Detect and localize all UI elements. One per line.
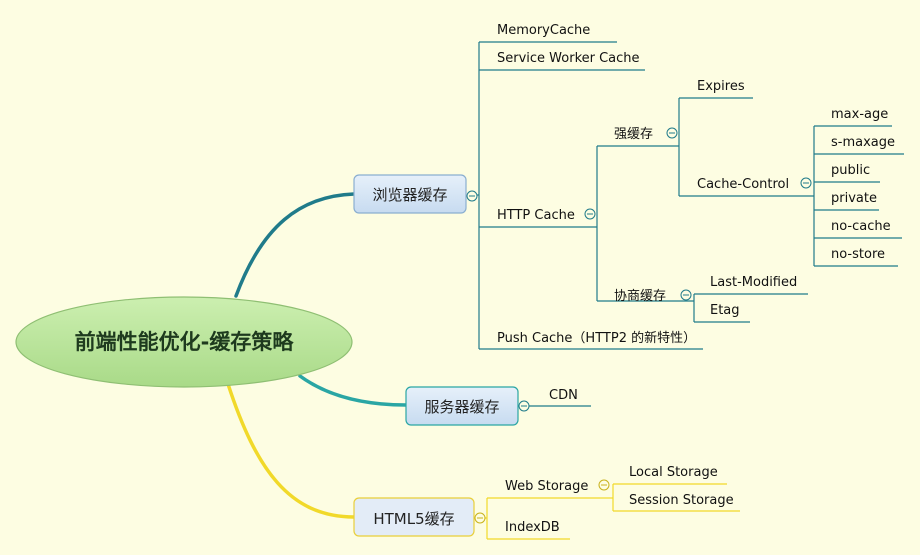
collapse-icon[interactable] xyxy=(800,177,812,189)
cache-control-label[interactable]: Cache-Control xyxy=(697,177,789,192)
collapse-icon[interactable] xyxy=(680,289,692,301)
negotiated-cache-label[interactable]: 协商缓存 xyxy=(614,289,666,304)
collapse-icon[interactable] xyxy=(584,208,596,220)
etag-label[interactable]: Etag xyxy=(710,303,740,318)
http-cache-label[interactable]: HTTP Cache xyxy=(497,208,575,223)
root-title: 前端性能优化-缓存策略 xyxy=(75,330,295,354)
cache-control-value[interactable]: s-maxage xyxy=(831,135,895,150)
last-modified-label[interactable]: Last-Modified xyxy=(710,275,797,290)
collapse-icon[interactable] xyxy=(466,190,478,202)
html5-cache-label: HTML5缓存 xyxy=(373,510,454,528)
web-storage-label[interactable]: Web Storage xyxy=(505,479,588,494)
browser-cache-node[interactable]: 浏览器缓存 xyxy=(353,174,467,214)
cache-control-value[interactable]: no-store xyxy=(831,247,885,262)
local-storage-label[interactable]: Local Storage xyxy=(629,465,718,480)
cdn-label[interactable]: CDN xyxy=(549,388,578,403)
mind-map: 前端性能优化-缓存策略 浏览器缓存 服务器缓存 HTML5缓存 MemoryCa… xyxy=(0,0,920,555)
server-cache-node[interactable]: 服务器缓存 xyxy=(405,386,519,426)
collapse-icon[interactable] xyxy=(598,479,610,491)
root-node[interactable]: 前端性能优化-缓存策略 xyxy=(15,296,353,388)
collapse-icon[interactable] xyxy=(518,400,530,412)
collapse-icon[interactable] xyxy=(666,127,678,139)
cache-control-value[interactable]: public xyxy=(831,163,870,178)
mind-map-canvas: 前端性能优化-缓存策略 浏览器缓存 服务器缓存 HTML5缓存 MemoryCa… xyxy=(0,0,920,555)
push-cache-label[interactable]: Push Cache（HTTP2 的新特性） xyxy=(497,330,696,346)
html5-cache-node[interactable]: HTML5缓存 xyxy=(353,497,475,537)
browser-cache-label: 浏览器缓存 xyxy=(372,186,447,204)
cache-control-value[interactable]: private xyxy=(831,191,877,206)
collapse-icon[interactable] xyxy=(474,512,486,524)
memory-cache-label[interactable]: MemoryCache xyxy=(497,23,590,38)
indexdb-label[interactable]: IndexDB xyxy=(505,520,560,535)
strong-cache-label[interactable]: 强缓存 xyxy=(614,127,653,142)
service-worker-cache-label[interactable]: Service Worker Cache xyxy=(497,51,640,66)
session-storage-label[interactable]: Session Storage xyxy=(629,493,734,508)
server-cache-label: 服务器缓存 xyxy=(424,398,499,416)
expires-label[interactable]: Expires xyxy=(697,79,745,94)
cache-control-value[interactable]: no-cache xyxy=(831,219,891,234)
cache-control-value[interactable]: max-age xyxy=(831,107,888,122)
